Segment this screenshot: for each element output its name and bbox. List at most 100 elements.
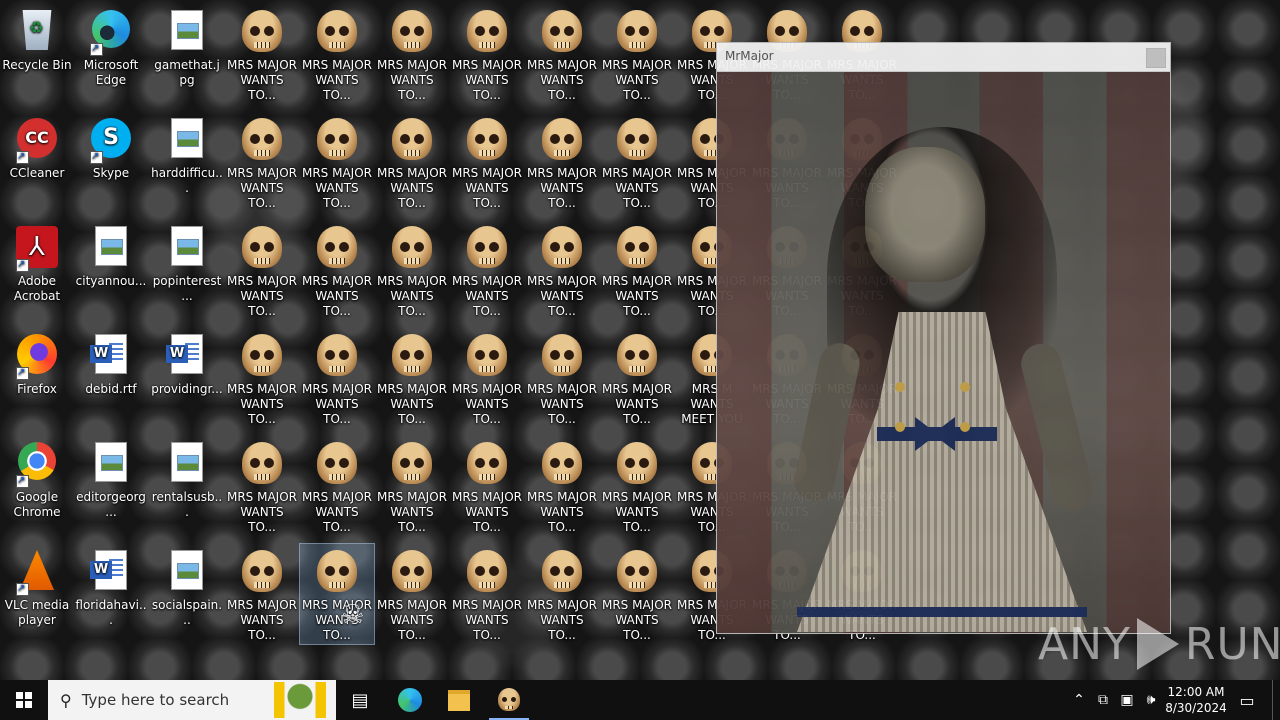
desktop-icon-label: MRS MAJOR WANTS TO... <box>601 166 672 210</box>
desktop-icon[interactable]: Wprovidingr... <box>150 328 224 428</box>
shortcut-arrow-icon <box>16 473 29 488</box>
mrs-major-icon[interactable]: MRS MAJOR WANTS TO... <box>450 328 524 428</box>
desktop-icon-label: providingr... <box>151 382 223 396</box>
mrs-major-icon[interactable]: MRS MAJOR WANTS TO... <box>525 328 599 428</box>
desktop-icon-label: Microsoft Edge <box>83 58 139 87</box>
desktop-icon[interactable]: VLC media player <box>0 544 74 644</box>
desktop-icon-label: socialspain... <box>151 598 223 627</box>
mrs-major-icon[interactable]: MRS MAJOR WANTS TO... <box>375 328 449 428</box>
show-hidden-icons-button[interactable]: ⌃ <box>1068 680 1090 720</box>
recycle-bin-icon: ♻ <box>14 10 60 56</box>
desktop-icon-label: MRS MAJOR WANTS TO... <box>301 490 372 534</box>
skull-icon <box>614 118 660 164</box>
image-file-icon <box>88 442 134 488</box>
mrs-major-icon[interactable]: MRS MAJOR WANTS TO... <box>375 220 449 320</box>
mrs-major-icon[interactable]: MRS MAJOR WANTS TO... <box>600 220 674 320</box>
tray-network-button[interactable]: ▣ <box>1116 680 1138 720</box>
desktop-icon-label: MRS MAJOR WANTS TO... <box>451 166 522 210</box>
desktop-icon[interactable]: S Skype <box>74 112 148 212</box>
mrs-major-icon[interactable]: MRS MAJOR WANTS TO... <box>225 220 299 320</box>
mrs-major-icon[interactable]: MRS MAJOR WANTS TO... <box>525 220 599 320</box>
window-titlebar[interactable]: MrMajor <box>717 43 1170 72</box>
mrs-major-icon[interactable]: MRS MAJOR WANTS TO... <box>300 4 374 104</box>
desktop-icon[interactable]: Firefox <box>0 328 74 428</box>
mrs-major-icon[interactable]: MRS MAJOR WANTS TO... <box>525 436 599 536</box>
desktop-icon[interactable]: Google Chrome <box>0 436 74 536</box>
mrs-major-icon[interactable]: MRS MAJOR WANTS TO... <box>600 328 674 428</box>
tray-device-button[interactable]: ⧉ <box>1092 680 1114 720</box>
mrs-major-icon[interactable]: MRS MAJOR WANTS TO... <box>600 4 674 104</box>
dress-button <box>895 382 905 392</box>
desktop-icon[interactable]: harddifficu... <box>150 112 224 212</box>
desktop-icon[interactable]: CC CCleaner <box>0 112 74 212</box>
mrs-major-icon[interactable]: MRS MAJOR WANTS TO... <box>375 4 449 104</box>
skull-icon <box>614 550 660 596</box>
taskbar-search-box[interactable]: ⚲ Type here to search <box>48 680 336 720</box>
skull-icon <box>314 10 360 56</box>
window-close-button[interactable] <box>1146 48 1166 68</box>
watermark-right: RUN <box>1184 618 1280 670</box>
clock-time: 12:00 AM <box>1167 685 1225 699</box>
mrs-major-icon[interactable]: MRS MAJOR WANTS TO... <box>225 4 299 104</box>
taskbar-edge-button[interactable] <box>390 680 430 720</box>
skull-icon <box>239 226 285 272</box>
desktop-icon[interactable]: cityannou... <box>74 220 148 320</box>
skull-icon <box>464 442 510 488</box>
mrs-major-icon[interactable]: MRS MAJOR WANTS TO... <box>450 112 524 212</box>
desktop-icon[interactable]: ♻ Recycle Bin <box>0 4 74 104</box>
mrs-major-icon[interactable]: MRS MAJOR WANTS TO... <box>525 4 599 104</box>
mrs-major-icon[interactable]: MRS MAJOR WANTS TO... <box>300 436 374 536</box>
desktop-icon[interactable]: rentalsusb... <box>150 436 224 536</box>
mrs-major-icon[interactable]: MRS MAJOR WANTS TO... <box>525 112 599 212</box>
desktop-icon-label: MRS MAJOR WANTS TO... <box>301 58 372 102</box>
mrs-major-icon[interactable]: MRS MAJOR WANTS TO... <box>225 544 299 644</box>
mrs-major-icon[interactable]: MRS MAJOR WANTS TO... <box>300 220 374 320</box>
desktop-icon[interactable]: Wdebid.rtf <box>74 328 148 428</box>
mrs-major-icon[interactable]: MRS MAJOR WANTS TO... <box>600 544 674 644</box>
word-document-icon: W <box>88 334 134 380</box>
desktop-icon[interactable]: Microsoft Edge <box>74 4 148 104</box>
mrs-major-icon[interactable]: MRS MAJOR WANTS TO... <box>450 544 524 644</box>
desktop-icon-label: Recycle Bin <box>2 58 72 72</box>
mrs-major-icon[interactable]: MRS MAJOR WANTS TO... <box>600 436 674 536</box>
task-view-button[interactable]: ▤ <box>340 680 380 720</box>
mrs-major-icon[interactable]: MRS MAJOR WANTS TO... <box>225 436 299 536</box>
mrs-major-icon[interactable]: MRS MAJOR WANTS TO... <box>525 544 599 644</box>
skull-icon <box>539 118 585 164</box>
taskbar-mrmajor-button[interactable] <box>489 680 529 720</box>
mrs-major-icon[interactable]: MRS MAJOR WANTS TO... <box>375 436 449 536</box>
desktop-icon-label: MRS MAJOR WANTS TO... <box>376 382 447 426</box>
skull-icon <box>314 334 360 380</box>
mrs-major-icon[interactable]: MRS MAJOR WANTS TO... <box>375 544 449 644</box>
mrs-major-icon[interactable]: MRS MAJOR WANTS TO... <box>450 4 524 104</box>
taskbar-clock[interactable]: 12:00 AM 8/30/2024 <box>1164 680 1228 720</box>
desktop-icon-label: MRS MAJOR WANTS TO... <box>376 166 447 210</box>
shortcut-arrow-icon <box>90 149 103 164</box>
desktop-icon[interactable]: editorgeorg... <box>74 436 148 536</box>
desktop-icon[interactable]: gamethat.jpg <box>150 4 224 104</box>
notification-center-button[interactable]: ▭ <box>1234 680 1260 720</box>
start-button[interactable] <box>0 680 48 720</box>
mrs-major-icon[interactable]: MRS MAJOR WANTS TO... <box>600 112 674 212</box>
mrs-major-icon[interactable]: MRS MAJOR WANTS TO... <box>225 328 299 428</box>
desktop-icon-label: MRS MAJOR WANTS TO... <box>226 490 297 534</box>
desktop-icon[interactable]: Wfloridahavi... <box>74 544 148 644</box>
mrs-major-icon[interactable]: MRS MAJOR WANTS TO... <box>300 112 374 212</box>
taskbar-explorer-button[interactable] <box>439 680 479 720</box>
show-desktop-button[interactable] <box>1272 680 1280 720</box>
dress-button <box>960 422 970 432</box>
desktop-icon[interactable]: popinterest... <box>150 220 224 320</box>
mrs-major-icon[interactable]: MRS MAJOR WANTS TO... <box>375 112 449 212</box>
mrmajor-window[interactable]: MrMajor <box>716 42 1171 634</box>
mrs-major-icon[interactable]: MRS MAJOR WANTS TO... <box>225 112 299 212</box>
shortcut-arrow-icon <box>16 149 29 164</box>
chevron-up-icon: ⌃ <box>1073 692 1085 708</box>
desktop-icon[interactable]: socialspain... <box>150 544 224 644</box>
mrs-major-icon[interactable]: MRS MAJOR WANTS TO... <box>450 220 524 320</box>
desktop-icon[interactable]: ⅄Adobe Acrobat <box>0 220 74 320</box>
desktop-icon-label: Adobe Acrobat <box>13 274 61 303</box>
tray-volume-button[interactable]: 🕪 <box>1140 680 1162 720</box>
skull-icon <box>614 442 660 488</box>
mrs-major-icon[interactable]: MRS MAJOR WANTS TO... <box>300 328 374 428</box>
mrs-major-icon[interactable]: MRS MAJOR WANTS TO... <box>450 436 524 536</box>
